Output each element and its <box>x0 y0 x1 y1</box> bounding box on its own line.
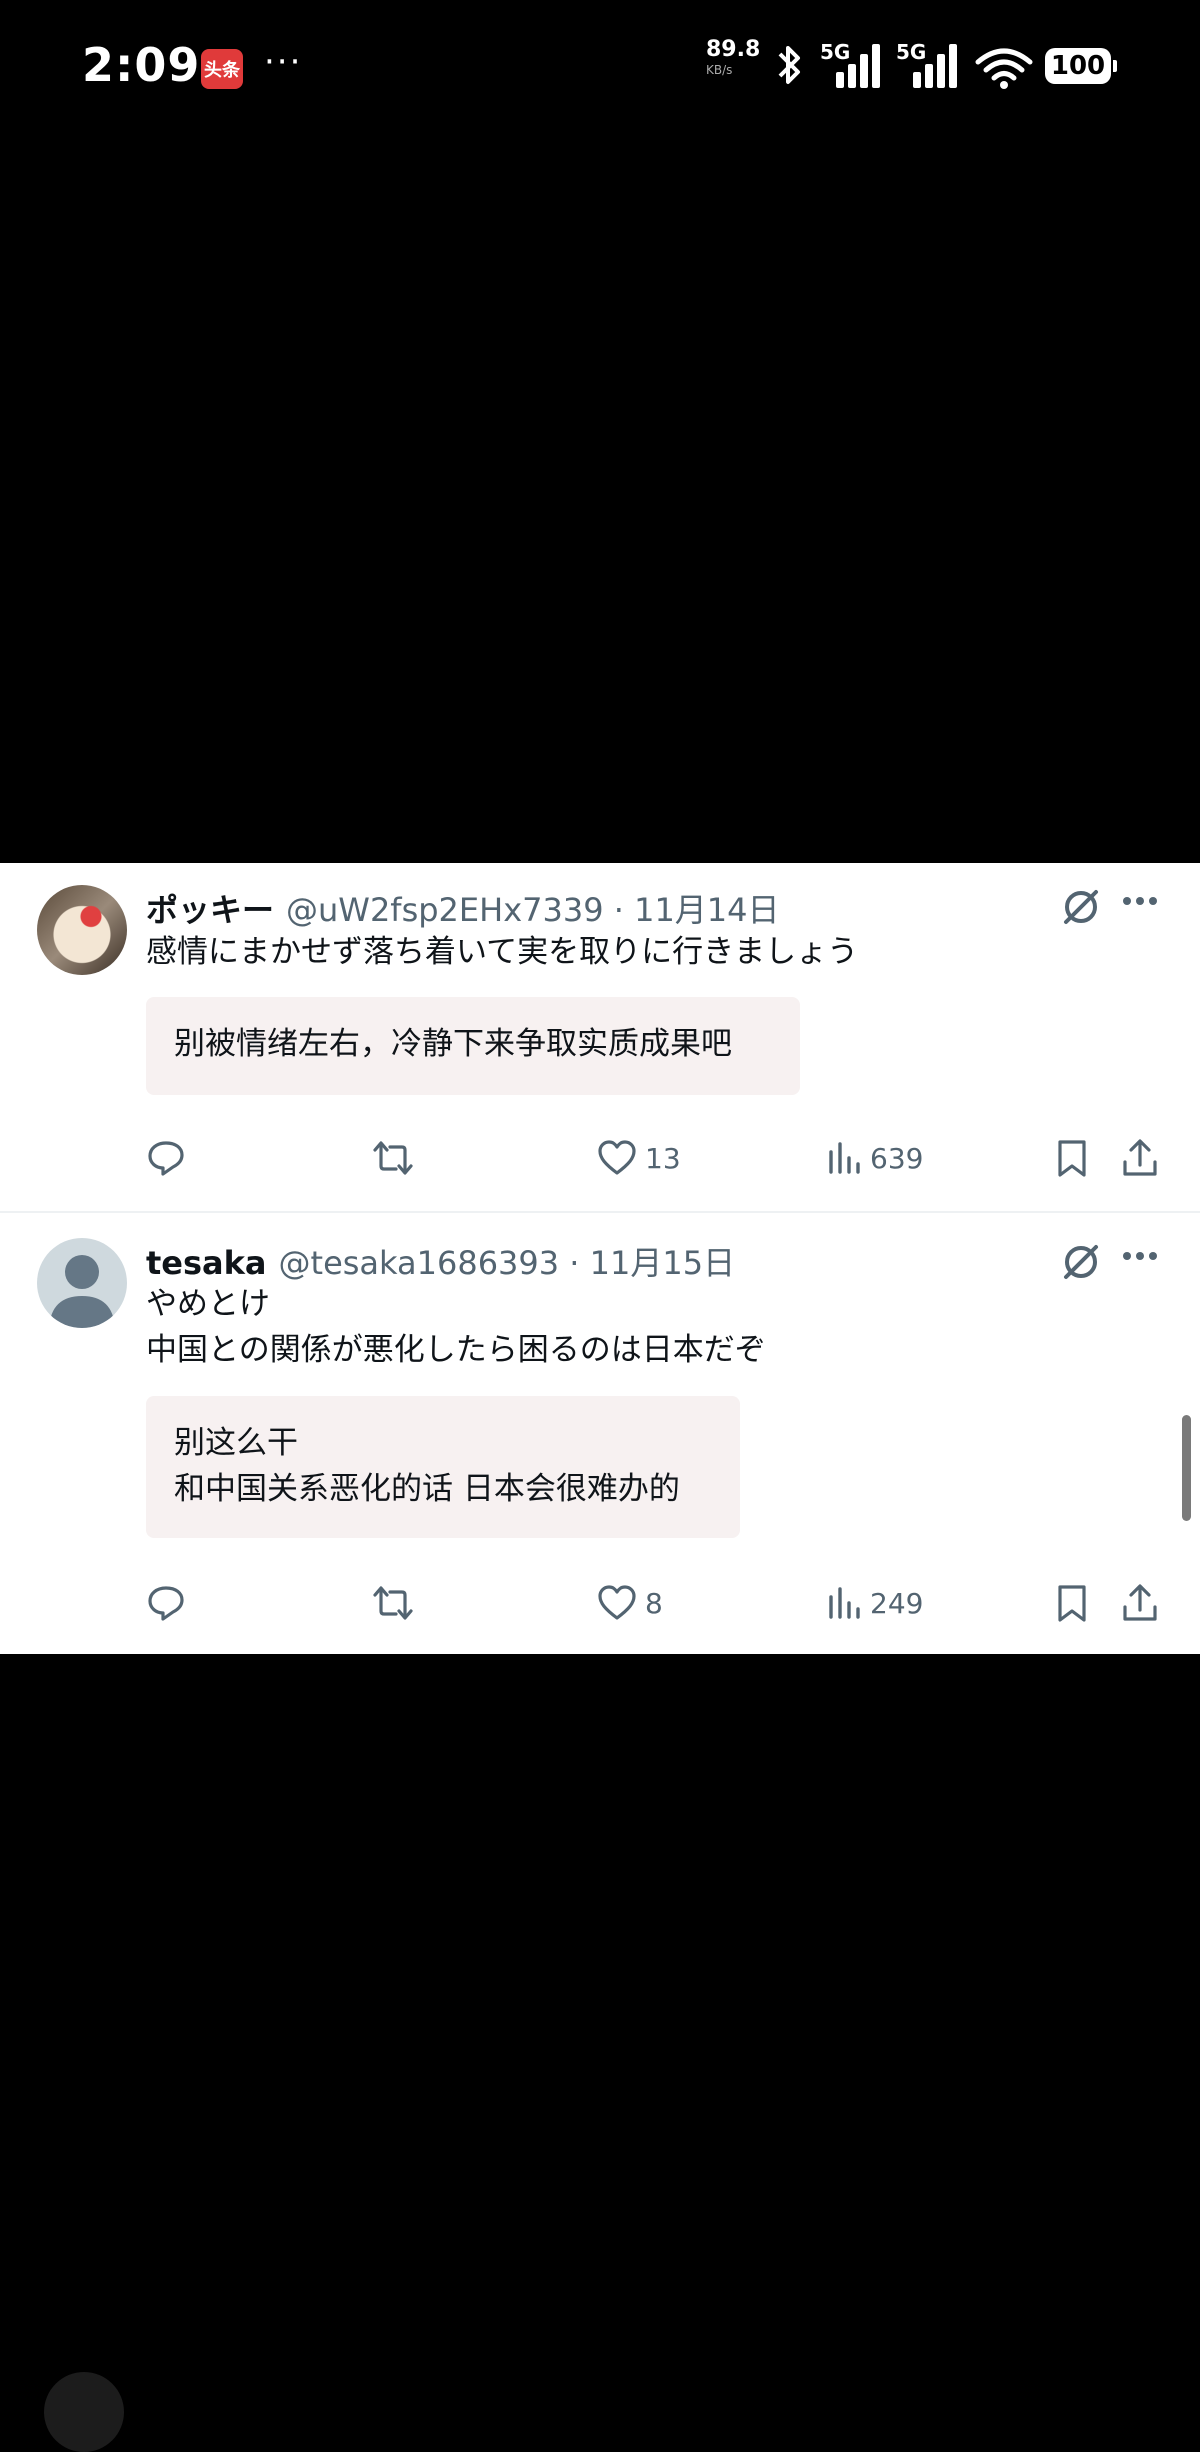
bookmark-button[interactable] <box>1054 1138 1090 1178</box>
tweet-header: tesaka @tesaka1686393 · 11月15日 <box>146 1238 735 1284</box>
toutiao-app-icon: 头条 <box>201 49 243 89</box>
tweet-text: 感情にまかせず落ち着いて実を取りに行きましょう <box>146 929 858 975</box>
status-bar: 2:09 头条 ··· 89.8 KB/s 5G 5G 100 <box>0 0 1200 140</box>
grok-icon[interactable] <box>1060 886 1102 928</box>
display-name[interactable]: ポッキー <box>146 891 274 929</box>
tweet-actions: 13 639 <box>0 1138 1200 1188</box>
bookmark-icon <box>1058 1140 1086 1177</box>
wifi-icon <box>975 48 1033 89</box>
share-button[interactable] <box>1120 1583 1160 1623</box>
views-icon <box>829 1587 860 1619</box>
network-speed-value: 89.8 <box>706 37 761 62</box>
avatar[interactable] <box>37 1238 127 1328</box>
translation-box: 别这么干 和中国关系恶化的话 日本会很难办的 <box>146 1396 740 1538</box>
like-button[interactable]: 8 <box>597 1583 663 1623</box>
signal-sim1-icon <box>836 44 880 88</box>
replies-panel: ポッキー @uW2fsp2EHx7339 · 11月14日 感情にまかせず落ち着い… <box>0 863 1200 1654</box>
retweet-button[interactable] <box>372 1583 414 1623</box>
view-count: 249 <box>870 1586 924 1620</box>
network-speed-unit: KB/s <box>706 63 733 77</box>
share-button[interactable] <box>1120 1138 1160 1178</box>
reply-icon <box>148 1141 184 1176</box>
bookmark-button[interactable] <box>1054 1583 1090 1623</box>
tweet-text-line: 中国との関係が悪化したら困るのは日本だぞ <box>146 1332 766 1368</box>
avatar[interactable] <box>37 885 127 975</box>
status-time: 2:09 <box>82 38 201 92</box>
default-avatar-icon <box>49 1255 115 1328</box>
reply-tweet[interactable]: tesaka @tesaka1686393 · 11月15日 やめとけ 中国との関… <box>0 1213 1200 1654</box>
tweet-actions: 8 249 <box>0 1583 1200 1633</box>
heart-icon <box>598 1140 636 1175</box>
battery-tip <box>1113 60 1117 72</box>
tweet-header: ポッキー @uW2fsp2EHx7339 · 11月14日 <box>146 885 780 931</box>
like-count: 13 <box>645 1141 681 1175</box>
retweet-button[interactable] <box>372 1138 414 1178</box>
user-handle[interactable]: @tesaka1686393 <box>279 1244 560 1282</box>
share-icon <box>1123 1139 1157 1176</box>
tweet-text: やめとけ 中国との関係が悪化したら困るのは日本だぞ <box>146 1281 766 1373</box>
reply-button[interactable] <box>146 1138 186 1178</box>
translation-box: 别被情绪左右，冷静下来争取实质成果吧 <box>146 997 800 1095</box>
retweet-icon <box>373 1586 413 1620</box>
like-button[interactable]: 13 <box>597 1138 681 1178</box>
translation-line: 别这么干 <box>174 1425 298 1461</box>
view-count: 639 <box>870 1141 924 1175</box>
scrollbar-thumb[interactable] <box>1182 1415 1191 1521</box>
views-icon <box>829 1142 860 1174</box>
heart-icon <box>598 1585 636 1620</box>
floating-button[interactable] <box>44 2372 124 2452</box>
network-speed: 89.8 KB/s <box>706 37 761 80</box>
bookmark-icon <box>1058 1585 1086 1622</box>
bluetooth-icon <box>778 46 800 84</box>
translation-line: 别被情绪左右，冷静下来争取实质成果吧 <box>174 1026 732 1062</box>
battery-indicator: 100 <box>1045 48 1111 84</box>
status-more-icon: ··· <box>264 42 303 82</box>
share-icon <box>1123 1584 1157 1621</box>
like-count: 8 <box>645 1586 663 1620</box>
translation-line: 和中国关系恶化的话 日本会很难办的 <box>174 1471 680 1507</box>
retweet-icon <box>373 1141 413 1175</box>
views-button[interactable]: 639 <box>826 1138 923 1178</box>
tweet-text-line: 感情にまかせず落ち着いて実を取りに行きましょう <box>146 934 859 970</box>
user-handle[interactable]: @uW2fsp2EHx7339 <box>286 891 604 929</box>
display-name[interactable]: tesaka <box>146 1244 267 1282</box>
tweet-date[interactable]: · 11月14日 <box>614 891 780 929</box>
more-options-icon[interactable] <box>1122 1248 1158 1264</box>
reply-tweet[interactable]: ポッキー @uW2fsp2EHx7339 · 11月14日 感情にまかせず落ち着い… <box>0 863 1200 1211</box>
reply-button[interactable] <box>146 1583 186 1623</box>
signal-sim2-icon <box>913 44 957 88</box>
grok-icon[interactable] <box>1060 1241 1102 1283</box>
views-button[interactable]: 249 <box>826 1583 923 1623</box>
more-options-icon[interactable] <box>1122 893 1158 909</box>
tweet-text-line: やめとけ <box>146 1286 270 1322</box>
reply-icon <box>148 1586 184 1621</box>
tweet-date[interactable]: · 11月15日 <box>569 1244 735 1282</box>
